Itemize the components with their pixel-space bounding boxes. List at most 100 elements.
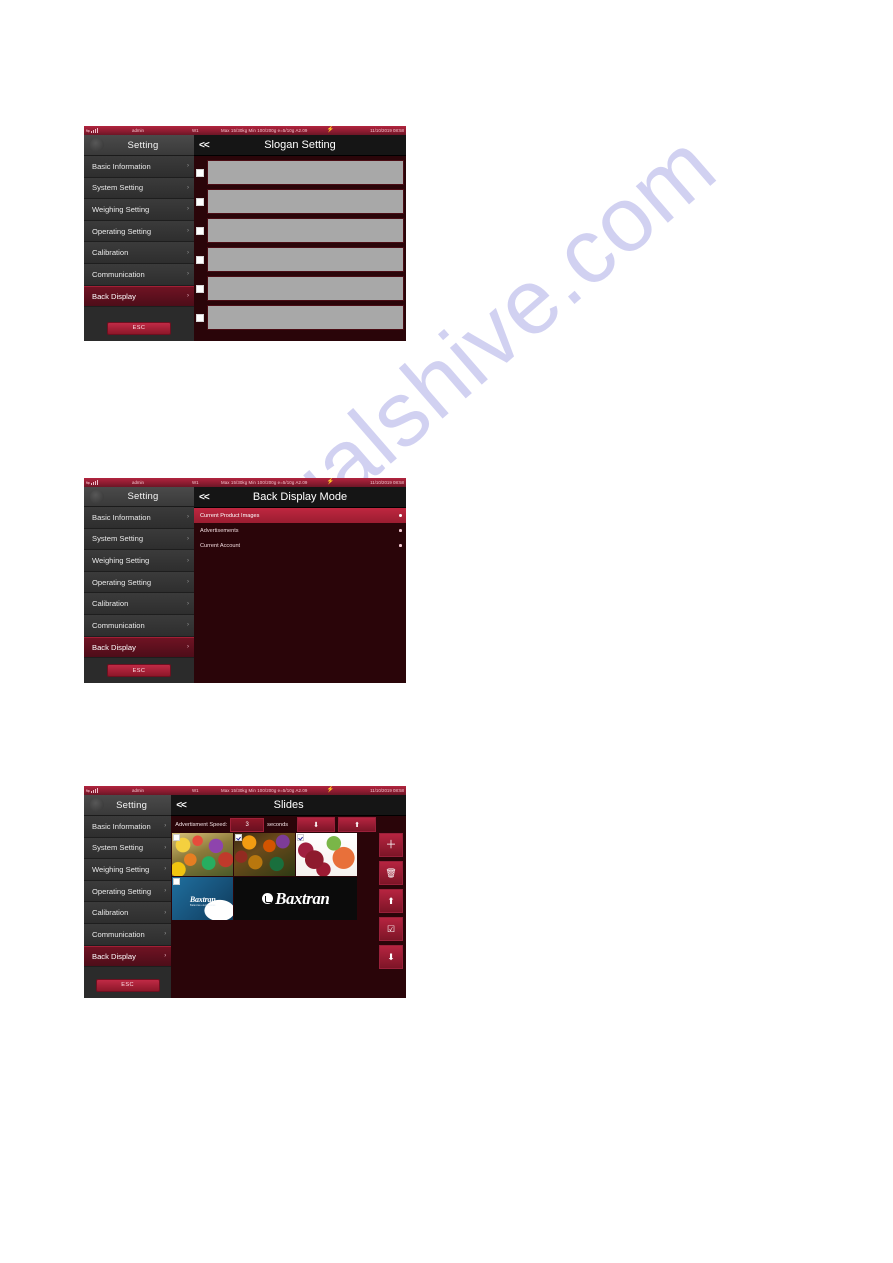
sidebar-item-system-setting[interactable]: System Setting › bbox=[84, 177, 194, 200]
move-up-button[interactable]: ⬆ bbox=[379, 889, 403, 913]
sidebar: Setting Basic Information › System Setti… bbox=[84, 135, 194, 341]
chevron-right-icon: › bbox=[164, 953, 167, 960]
speed-label: Advertisment Speed: bbox=[175, 821, 228, 828]
sidebar-item-weighing-setting[interactable]: Weighing Setting › bbox=[84, 199, 194, 221]
esc-button[interactable]: ESC bbox=[107, 321, 171, 335]
sidebar-item-back-display[interactable]: Back Display › bbox=[84, 945, 172, 968]
back-button[interactable]: << bbox=[199, 140, 210, 151]
screen-body: Setting Basic Information › System Setti… bbox=[84, 795, 406, 998]
sidebar-footer: ESC bbox=[84, 658, 194, 683]
arrow-down-icon[interactable]: ⬇ bbox=[297, 817, 335, 832]
slogan-checkbox[interactable] bbox=[196, 284, 204, 293]
sidebar-item-operating-setting[interactable]: Operating Setting › bbox=[84, 220, 194, 243]
arrow-up-icon[interactable]: ⬆ bbox=[338, 817, 376, 832]
status-spec: Max 15/30kg Min 100/200g e=5/10g A2.09 bbox=[221, 480, 308, 485]
slogan-input[interactable] bbox=[207, 276, 404, 301]
speed-input[interactable]: 3 bbox=[230, 817, 265, 832]
sidebar-item-back-display[interactable]: Back Display › bbox=[84, 636, 194, 659]
sidebar-item-system-setting[interactable]: System Setting › bbox=[84, 528, 194, 551]
chevron-right-icon: › bbox=[187, 271, 189, 278]
baxtran-wordmark: Baxtran bbox=[262, 889, 330, 909]
chevron-right-icon: › bbox=[164, 866, 167, 873]
esc-button[interactable]: ESC bbox=[107, 664, 171, 678]
slogan-checkbox[interactable] bbox=[196, 168, 204, 177]
sidebar-item-basic-information[interactable]: Basic Information › bbox=[84, 507, 194, 529]
slide-checkbox[interactable] bbox=[173, 834, 181, 841]
delete-slide-button[interactable]: 🗑 bbox=[379, 861, 403, 885]
sidebar-menu: Basic Information › System Setting › Wei… bbox=[84, 816, 172, 972]
sidebar-item-calibration[interactable]: Calibration › bbox=[84, 593, 194, 616]
sidebar-item-basic-information[interactable]: Basic Information › bbox=[84, 156, 194, 178]
sidebar-item-back-display[interactable]: Back Display › bbox=[84, 285, 194, 308]
status-channel: W1 bbox=[192, 480, 199, 485]
chevron-right-icon: › bbox=[164, 931, 167, 938]
radio-selected-icon bbox=[398, 513, 402, 518]
mode-option-current-product-images[interactable]: Current Product Images bbox=[194, 508, 406, 523]
sidebar-item-weighing-setting[interactable]: Weighing Setting › bbox=[84, 550, 194, 572]
speed-unit-label: seconds bbox=[267, 821, 288, 828]
sidebar-header: Setting bbox=[84, 795, 172, 816]
sidebar-item-system-setting[interactable]: System Setting › bbox=[84, 837, 172, 860]
slogan-input[interactable] bbox=[207, 189, 404, 214]
esc-button[interactable]: ESC bbox=[95, 978, 160, 992]
sidebar-footer: ESC bbox=[84, 315, 194, 341]
status-datetime: 11/10/2019 08:58 bbox=[370, 128, 404, 133]
slogan-checkbox[interactable] bbox=[196, 313, 204, 322]
back-button[interactable]: << bbox=[199, 492, 210, 503]
slogan-input[interactable] bbox=[207, 247, 404, 272]
slide-checkbox[interactable] bbox=[173, 878, 181, 885]
user-avatar-icon bbox=[90, 138, 104, 152]
back-button[interactable]: << bbox=[176, 800, 187, 811]
sidebar-item-label: Operating Setting bbox=[92, 226, 152, 236]
slide-thumbnail-baxtran-wordmark[interactable]: Baxtran bbox=[234, 877, 358, 920]
slide-thumbnail-grapes-citrus-kiwi[interactable] bbox=[296, 833, 358, 876]
slogan-input[interactable] bbox=[207, 160, 404, 185]
status-left-icons: ⇆ bbox=[86, 478, 99, 487]
screenshot-slides: ⇆ admin W1 Max 15/30kg Min 100/200g e=5/… bbox=[84, 786, 406, 998]
slogan-checkbox[interactable] bbox=[196, 255, 204, 264]
add-slide-button[interactable]: ＋ bbox=[379, 833, 403, 857]
sidebar: Setting Basic Information › System Setti… bbox=[84, 487, 194, 683]
slogan-row bbox=[194, 274, 406, 303]
status-datetime: 11/10/2019 08:58 bbox=[370, 480, 404, 485]
slogan-input[interactable] bbox=[207, 305, 404, 330]
mode-option-advertisements[interactable]: Advertisements bbox=[194, 523, 406, 538]
slide-thumbnail-vegetables-basket[interactable] bbox=[172, 833, 234, 876]
status-datetime: 11/10/2019 08:58 bbox=[370, 788, 404, 793]
status-user: admin bbox=[132, 788, 144, 793]
sidebar-item-label: Communication bbox=[92, 929, 145, 939]
sidebar-header: Setting bbox=[84, 487, 194, 508]
mode-option-current-account[interactable]: Current Account bbox=[194, 538, 406, 553]
sidebar-item-operating-setting[interactable]: Operating Setting › bbox=[84, 880, 172, 903]
slogan-checkbox[interactable] bbox=[196, 226, 204, 235]
sidebar-item-label: Weighing Setting bbox=[92, 556, 150, 566]
sidebar-item-operating-setting[interactable]: Operating Setting › bbox=[84, 571, 194, 594]
slogan-checkbox[interactable] bbox=[196, 197, 204, 206]
wifi-icon: ⇆ bbox=[86, 788, 90, 793]
sidebar-filler bbox=[84, 307, 194, 315]
slogan-input[interactable] bbox=[207, 218, 404, 243]
sidebar-item-weighing-setting[interactable]: Weighing Setting › bbox=[84, 859, 172, 881]
sidebar-item-calibration[interactable]: Calibration › bbox=[84, 902, 172, 924]
sidebar-item-basic-information[interactable]: Basic Information › bbox=[84, 816, 172, 838]
sidebar-item-calibration[interactable]: Calibration › bbox=[84, 242, 194, 264]
screenshot-slogan-setting: ⇆ admin W1 Max 15/30kg Min 100/200g e=5/… bbox=[84, 126, 406, 341]
slide-checkbox[interactable] bbox=[235, 834, 243, 841]
chevron-right-icon: › bbox=[187, 293, 189, 300]
sidebar-item-communication[interactable]: Communication › bbox=[84, 615, 194, 637]
chevron-right-icon: › bbox=[187, 535, 189, 542]
move-down-button[interactable]: ⬇ bbox=[379, 945, 403, 969]
select-all-button[interactable]: ☑ bbox=[379, 917, 403, 941]
sidebar-item-communication[interactable]: Communication › bbox=[84, 923, 172, 946]
sidebar-item-label: Back Display bbox=[92, 291, 136, 301]
user-avatar-icon bbox=[90, 490, 104, 504]
slide-thumbnail-market-produce[interactable] bbox=[234, 833, 296, 876]
slogan-row bbox=[194, 303, 406, 332]
status-spec: Max 15/30kg Min 100/200g e=5/10g A2.09 bbox=[221, 788, 308, 793]
baxtran-logo-subtext: Balanzas electronicas bbox=[190, 904, 216, 908]
sidebar-item-communication[interactable]: Communication › bbox=[84, 263, 194, 286]
slide-thumbnail-baxtran-blue-logo[interactable]: Baxtran Balanzas electronicas bbox=[172, 877, 234, 920]
slide-checkbox[interactable] bbox=[297, 834, 305, 841]
sidebar-item-label: Basic Information bbox=[92, 161, 151, 171]
sidebar-item-label: Calibration bbox=[92, 248, 129, 258]
